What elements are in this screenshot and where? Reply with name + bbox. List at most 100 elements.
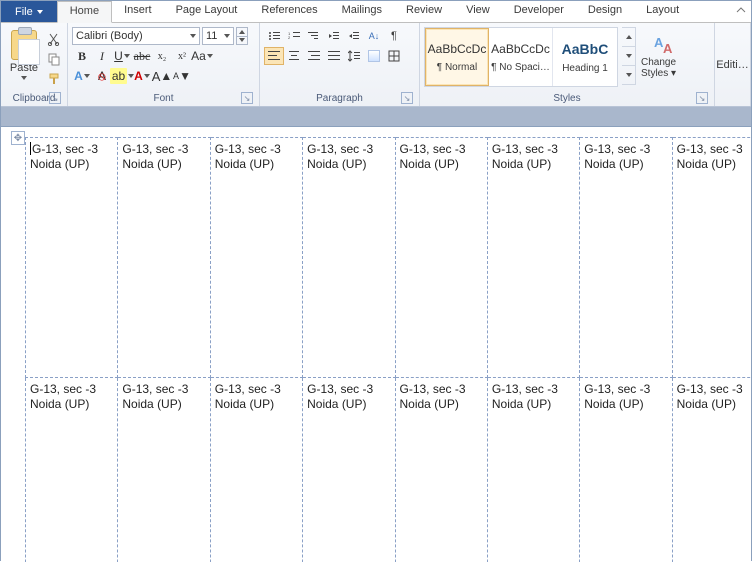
change-styles-label: Change Styles ▾ [641,57,687,79]
subscript-button[interactable]: x₂ [152,47,172,65]
label-cell[interactable]: G-13, sec -3Noida (UP) [395,138,487,378]
label-cell[interactable]: G-13, sec -3Noida (UP) [580,138,672,378]
copy-button[interactable] [45,51,63,67]
align-center-button[interactable] [284,47,304,65]
group-label-styles: Styles ↘ [424,93,710,106]
bold-button[interactable]: B [72,47,92,65]
tab-home[interactable]: Home [57,1,112,23]
tab-design[interactable]: Design [576,1,634,22]
borders-button[interactable] [384,47,404,65]
font-size-stepper[interactable] [236,27,248,45]
label-cell[interactable]: G-13, sec -3Noida (UP) [303,138,395,378]
label-cell[interactable]: G-13, sec -3Noida (UP) [118,138,210,378]
label-cell[interactable]: G-13, sec -3Noida (UP) [210,378,302,562]
strikethrough-button[interactable]: abc [132,47,152,65]
label-cell[interactable]: G-13, sec -3Noida (UP) [580,378,672,562]
style-preview: AaBbCcDc [428,42,487,56]
scroll-up-button[interactable] [622,28,635,47]
multilevel-list-button[interactable] [304,27,324,45]
font-size-value: 11 [206,30,217,42]
sort-button[interactable]: A↓ [364,27,384,45]
editing-label: Editi… [716,59,748,71]
move-icon: ✥ [14,133,22,144]
shading-button[interactable] [364,47,384,65]
change-case-button[interactable]: Aa [192,47,212,65]
labels-table[interactable]: G-13, sec -3Noida (UP) G-13, sec -3Noida… [25,137,751,562]
style-gallery-scroll[interactable] [622,27,636,85]
label-cell[interactable]: G-13, sec -3Noida (UP) [487,378,579,562]
dialog-launcher-font[interactable]: ↘ [241,92,253,104]
increase-indent-button[interactable] [344,27,364,45]
text-effects-button[interactable]: A [72,67,92,85]
chevron-down-icon [224,34,230,38]
chevron-down-icon [84,74,90,78]
change-styles-button[interactable]: AA Change Styles ▾ [640,27,688,85]
numbering-button[interactable]: 12 [284,27,304,45]
ruler-gutter [1,107,751,127]
underline-button[interactable]: U [112,47,132,65]
label-cell[interactable]: G-13, sec -3Noida (UP) [26,378,118,562]
gallery-expand-button[interactable] [622,66,635,84]
align-left-button[interactable] [264,47,284,65]
tab-developer[interactable]: Developer [502,1,576,22]
tab-page-layout[interactable]: Page Layout [164,1,250,22]
align-center-icon [288,51,300,61]
label-cell[interactable]: G-13, sec -3Noida (UP) [395,378,487,562]
scissors-icon [47,32,61,46]
tab-mailings[interactable]: Mailings [330,1,394,22]
table-move-handle[interactable]: ✥ [11,131,25,145]
tab-layout[interactable]: Layout [634,1,691,22]
label-cell[interactable]: G-13, sec -3Noida (UP) [26,138,118,378]
tab-file-label: File [15,6,33,18]
ribbon-collapse-button[interactable] [731,1,751,22]
format-painter-button[interactable] [45,71,63,87]
bullets-button[interactable] [264,27,284,45]
style-heading1[interactable]: AaBbC Heading 1 [553,28,617,86]
tab-view[interactable]: View [454,1,502,22]
indent-icon [348,31,360,41]
label-cell[interactable]: G-13, sec -3Noida (UP) [487,138,579,378]
align-right-button[interactable] [304,47,324,65]
triangle-down-icon [239,38,245,42]
bullets-icon [268,31,280,41]
tab-file[interactable]: File [1,1,57,22]
tab-insert[interactable]: Insert [112,1,164,22]
group-styles: AaBbCcDc ¶ Normal AaBbCcDc ¶ No Spaci… A… [420,23,715,106]
label-cell[interactable]: G-13, sec -3Noida (UP) [672,378,751,562]
decrease-indent-button[interactable] [324,27,344,45]
shrink-font-button[interactable] [237,37,247,45]
style-normal[interactable]: AaBbCcDc ¶ Normal [425,28,489,86]
ribbon-tabs: File Home Insert Page Layout References … [1,1,751,23]
copy-icon [47,52,61,66]
font-size-combo[interactable]: 11 [202,27,234,45]
grow-font-button[interactable] [237,28,247,37]
grow-font-a-button[interactable]: A▲ [152,67,172,85]
font-color-button[interactable]: A [132,67,152,85]
highlight-button[interactable]: ab [112,67,132,85]
cut-button[interactable] [45,31,63,47]
show-marks-button[interactable]: ¶ [384,27,404,45]
label-cell[interactable]: G-13, sec -3Noida (UP) [672,138,751,378]
triangle-down-icon [626,73,632,77]
shrink-font-a-button[interactable]: A▼ [172,67,192,85]
dialog-launcher-styles[interactable]: ↘ [696,92,708,104]
superscript-button[interactable]: x² [172,47,192,65]
paste-button[interactable]: Paste [5,27,43,89]
tab-review[interactable]: Review [394,1,454,22]
style-name: ¶ Normal [437,62,477,73]
style-no-spacing[interactable]: AaBbCcDc ¶ No Spaci… [489,28,553,86]
italic-button[interactable]: I [92,47,112,65]
label-cell[interactable]: G-13, sec -3Noida (UP) [210,138,302,378]
align-right-icon [308,51,320,61]
align-justify-button[interactable] [324,47,344,65]
dialog-launcher-clipboard[interactable]: ↘ [49,92,61,104]
dialog-launcher-paragraph[interactable]: ↘ [401,92,413,104]
tab-references[interactable]: References [249,1,329,22]
font-name-combo[interactable]: Calibri (Body) [72,27,200,45]
label-cell[interactable]: G-13, sec -3Noida (UP) [118,378,210,562]
paste-icon [11,30,37,60]
label-cell[interactable]: G-13, sec -3Noida (UP) [303,378,395,562]
line-spacing-button[interactable] [344,47,364,65]
scroll-down-button[interactable] [622,47,635,66]
document-area[interactable]: ✥ G-13, sec -3Noida (UP) G-13, sec -3Noi… [1,127,751,562]
